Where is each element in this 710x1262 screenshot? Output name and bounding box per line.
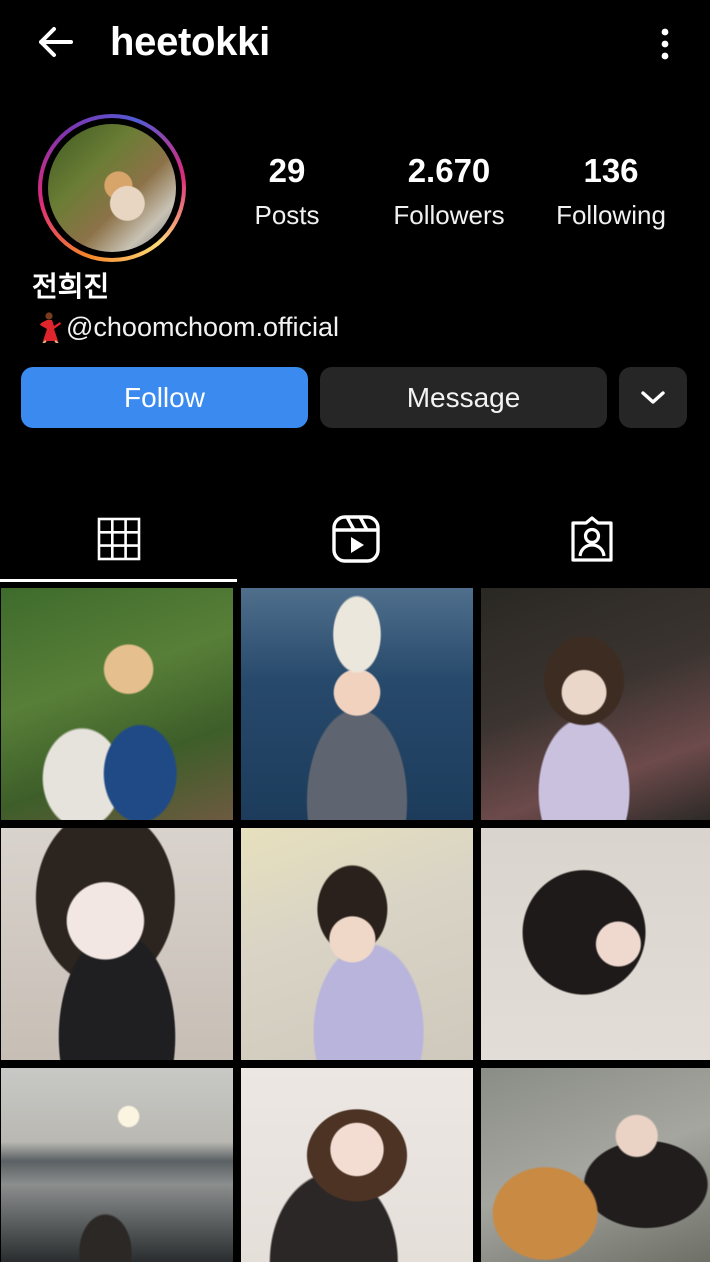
back-button[interactable]: [30, 20, 80, 64]
suggested-accounts-button[interactable]: [619, 367, 687, 428]
post-thumbnail-2[interactable]: [241, 588, 473, 820]
active-tab-indicator: [0, 579, 237, 582]
following-label: Following: [556, 200, 666, 230]
tab-reels[interactable]: [237, 510, 474, 568]
avatar[interactable]: [38, 114, 186, 262]
tab-tagged[interactable]: [474, 510, 710, 568]
stat-posts[interactable]: 29 Posts: [236, 150, 338, 238]
avatar-image: [48, 124, 176, 252]
following-count: 136: [583, 152, 639, 189]
chevron-down-icon: [641, 390, 665, 404]
profile-full-name: 전희진: [32, 271, 110, 302]
posts-count: 29: [268, 152, 306, 189]
profile-username: heetokki: [110, 20, 270, 64]
post-thumbnail-5[interactable]: [241, 828, 473, 1060]
dancer-emoji-icon: [40, 312, 61, 343]
post-thumbnail-4[interactable]: [1, 828, 233, 1060]
post-thumbnail-6[interactable]: [481, 828, 710, 1060]
more-options-button[interactable]: [648, 22, 682, 66]
post-thumbnail-1[interactable]: [1, 588, 233, 820]
more-vertical-icon: [661, 28, 669, 60]
message-button[interactable]: Message: [320, 367, 607, 428]
post-thumbnail-7[interactable]: [1, 1068, 233, 1262]
follow-button[interactable]: Follow: [21, 367, 308, 428]
arrow-left-icon: [39, 27, 73, 57]
tagged-person-icon: [571, 516, 613, 562]
tab-posts-grid[interactable]: [0, 510, 237, 568]
post-thumbnail-3[interactable]: [481, 588, 710, 820]
bio-link-text[interactable]: @choomchoom.official: [66, 308, 339, 346]
posts-label: Posts: [254, 200, 320, 230]
post-thumbnail-9[interactable]: [481, 1068, 710, 1262]
stat-followers[interactable]: 2.670 Followers: [378, 150, 520, 238]
followers-count: 2.670: [407, 152, 491, 189]
reels-icon: [331, 515, 380, 563]
followers-label: Followers: [393, 200, 505, 230]
post-thumbnail-8[interactable]: [241, 1068, 473, 1262]
stat-following[interactable]: 136 Following: [545, 150, 677, 238]
profile-bio: @choomchoom.official: [34, 308, 339, 346]
grid-icon: [97, 517, 140, 561]
